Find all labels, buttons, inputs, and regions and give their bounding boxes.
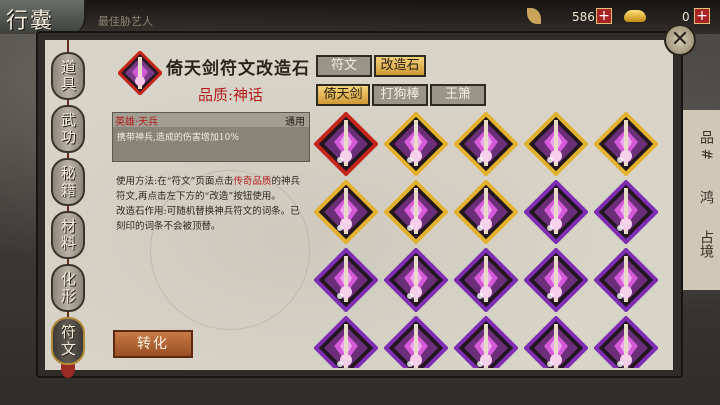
side-tab-materials[interactable]: 材料 [51,211,85,259]
rune-stone-icon [454,316,518,368]
ingot-icon [624,10,646,22]
rune-stone-icon [314,180,378,244]
rune-stone-slot[interactable] [314,316,378,368]
rune-stone-slot[interactable] [384,112,448,176]
rune-stone-icon [314,112,378,176]
rune-stone-slot[interactable] [454,112,518,176]
rune-stone-slot[interactable] [384,248,448,312]
rune-stone-slot[interactable] [314,248,378,312]
rune-stone-icon [594,112,658,176]
item-name: 倚天剑符文改造石 [166,59,310,79]
rune-stone-icon [384,180,448,244]
rune-stone-slot[interactable] [454,180,518,244]
rune-stone-icon [314,316,378,368]
rune-stone-icon [314,248,378,312]
rune-stone-slot[interactable] [594,248,658,312]
currency-1-plus-icon[interactable]: + [596,8,612,24]
tab-yitian-sword[interactable]: 倚天剑 [316,84,370,106]
item-quality: 品质:神话 [198,86,264,104]
rune-stone-icon [384,248,448,312]
usage-line-1: 使用方法:在“符文”页面点击 [116,176,234,187]
rune-stone-icon [454,248,518,312]
rune-stone-icon [384,316,448,368]
rune-stone-icon [524,248,588,312]
rune-stone-slot[interactable] [314,112,378,176]
effect-box: 英雄·天兵 通用 携带神兵,造成的伤害增加10% [112,112,310,162]
refine-stone-grid [312,110,666,368]
rune-stone-icon [594,316,658,368]
side-tab-items[interactable]: 道具 [51,52,85,100]
rune-stone-slot[interactable] [454,248,518,312]
convert-button[interactable]: 转化 [113,330,193,358]
usage-highlight: 传奇品质 [233,176,272,187]
rune-stone-slot[interactable] [384,180,448,244]
effect-title: 英雄·天兵 [115,117,159,128]
effect-description: 携带神兵,造成的伤害增加10% [117,133,239,143]
rune-stone-icon [384,112,448,176]
background-scroll: 品 # 鸿 占境 [680,110,720,290]
rune-stone-icon [116,49,164,97]
tab-king-flute[interactable]: 王箫 [430,84,486,106]
currency-1-amount: 586 [572,10,595,24]
rune-stone-slot[interactable] [594,316,658,368]
rune-stone-icon [594,248,658,312]
close-icon[interactable]: ✕ [664,24,696,56]
rune-stone-icon [524,316,588,368]
usage-text: 使用方法:在“符文”页面点击传奇品质的神兵符文,再点击左下方的“改造”按钮使用。… [116,174,308,234]
rune-stone-slot[interactable] [524,180,588,244]
rune-stone-slot[interactable] [524,248,588,312]
rune-stone-slot[interactable] [594,112,658,176]
rune-stone-icon [524,112,588,176]
tab-dog-stick[interactable]: 打狗棒 [372,84,428,106]
bg-label-3: 占境 [698,230,714,258]
rune-stone-icon [454,112,518,176]
rune-stone-icon [524,180,588,244]
rune-stone-icon [454,180,518,244]
usage-line-3: 改造石作用:可随机替换神兵符文的词条。已刻印的词条不会被顶替。 [116,206,300,232]
side-tab-transform[interactable]: 化形 [51,264,85,312]
tab-runes[interactable]: 符文 [316,55,372,77]
rune-stone-slot[interactable] [454,316,518,368]
side-tab-runes[interactable]: 符文 [51,317,85,365]
rune-stone-slot[interactable] [524,112,588,176]
bg-label-1: 品 # [698,130,714,161]
rune-stone-slot[interactable] [594,180,658,244]
rune-stone-slot[interactable] [524,316,588,368]
title-plate: 行囊 [0,0,86,34]
effect-header: 英雄·天兵 通用 [113,113,309,128]
side-tab-martial[interactable]: 武功 [51,105,85,153]
effect-scope: 通用 [285,117,305,128]
rune-stone-icon [594,180,658,244]
side-tab-manuals[interactable]: 秘籍 [51,158,85,206]
currency-2-plus-icon[interactable]: + [694,8,710,24]
faint-player-name: 最佳胁艺人 [98,15,153,28]
bg-label-2: 鸿 [698,190,714,204]
currency-2-amount: 0 [682,10,690,24]
tab-refine-stones[interactable]: 改造石 [374,55,426,77]
rune-stone-slot[interactable] [384,316,448,368]
rune-stone-slot[interactable] [314,180,378,244]
